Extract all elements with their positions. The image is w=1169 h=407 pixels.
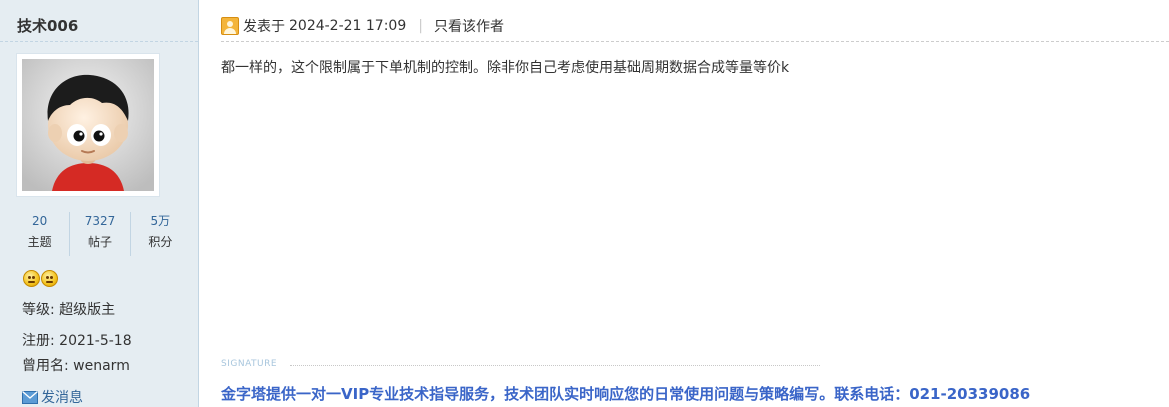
- signature-text[interactable]: 金字塔提供一对一VIP专业技术指导服务，技术团队实时响应您的日常使用问题与策略编…: [221, 383, 1030, 404]
- post-header: 发表于 2024-2-21 17:09 | 只看该作者: [221, 14, 504, 38]
- post-content: 都一样的，这个限制属于下单机制的控制。除非你自己考虑使用基础周期数据合成等量等价…: [221, 60, 790, 76]
- avatar-image: [22, 59, 154, 191]
- header-divider: |: [418, 18, 423, 34]
- stat-posts-value[interactable]: 7327: [70, 212, 129, 230]
- author-name[interactable]: 技术006: [17, 15, 78, 36]
- signature-label: SIGNATURE: [221, 359, 278, 369]
- author-level: 等级: 超级版主: [22, 302, 116, 318]
- send-message-link[interactable]: 发消息: [22, 387, 83, 407]
- stat-points-label: 积分: [148, 235, 173, 249]
- author-divider: [0, 41, 198, 42]
- envelope-icon: [22, 390, 38, 404]
- stat-points[interactable]: 5万 积分: [129, 212, 190, 256]
- smiley-medal-icon[interactable]: [41, 270, 58, 287]
- stat-points-value[interactable]: 5万: [131, 212, 190, 230]
- author-stats: 20 主题 7327 帖子 5万 积分: [10, 212, 190, 256]
- stat-threads-label: 主题: [27, 235, 52, 249]
- forum-post: 技术006 20 主题 7327 帖子 5万 积分 等级: 超级版主 注册: 2…: [0, 0, 1169, 407]
- stat-posts[interactable]: 7327 帖子: [69, 212, 129, 256]
- posted-label: 发表于: [243, 19, 285, 35]
- stat-posts-label: 帖子: [87, 235, 112, 249]
- avatar[interactable]: [16, 53, 160, 197]
- author-online-icon: [221, 17, 239, 35]
- only-author-link[interactable]: 只看该作者: [434, 16, 504, 36]
- post-header-divider: [221, 41, 1169, 42]
- stat-threads-value[interactable]: 20: [10, 212, 69, 230]
- send-message-label[interactable]: 发消息: [41, 387, 83, 407]
- author-registered: 注册: 2021-5-18: [22, 333, 132, 349]
- medal-list: [23, 270, 58, 287]
- author-alias: 曾用名: wenarm: [22, 358, 130, 374]
- stat-threads[interactable]: 20 主题: [10, 212, 69, 256]
- smiley-medal-icon[interactable]: [23, 270, 40, 287]
- author-sidebar: 技术006 20 主题 7327 帖子 5万 积分 等级: 超级版主 注册: 2…: [0, 0, 199, 407]
- signature-divider: [290, 365, 820, 366]
- post-date: 2024-2-21 17:09: [289, 18, 407, 34]
